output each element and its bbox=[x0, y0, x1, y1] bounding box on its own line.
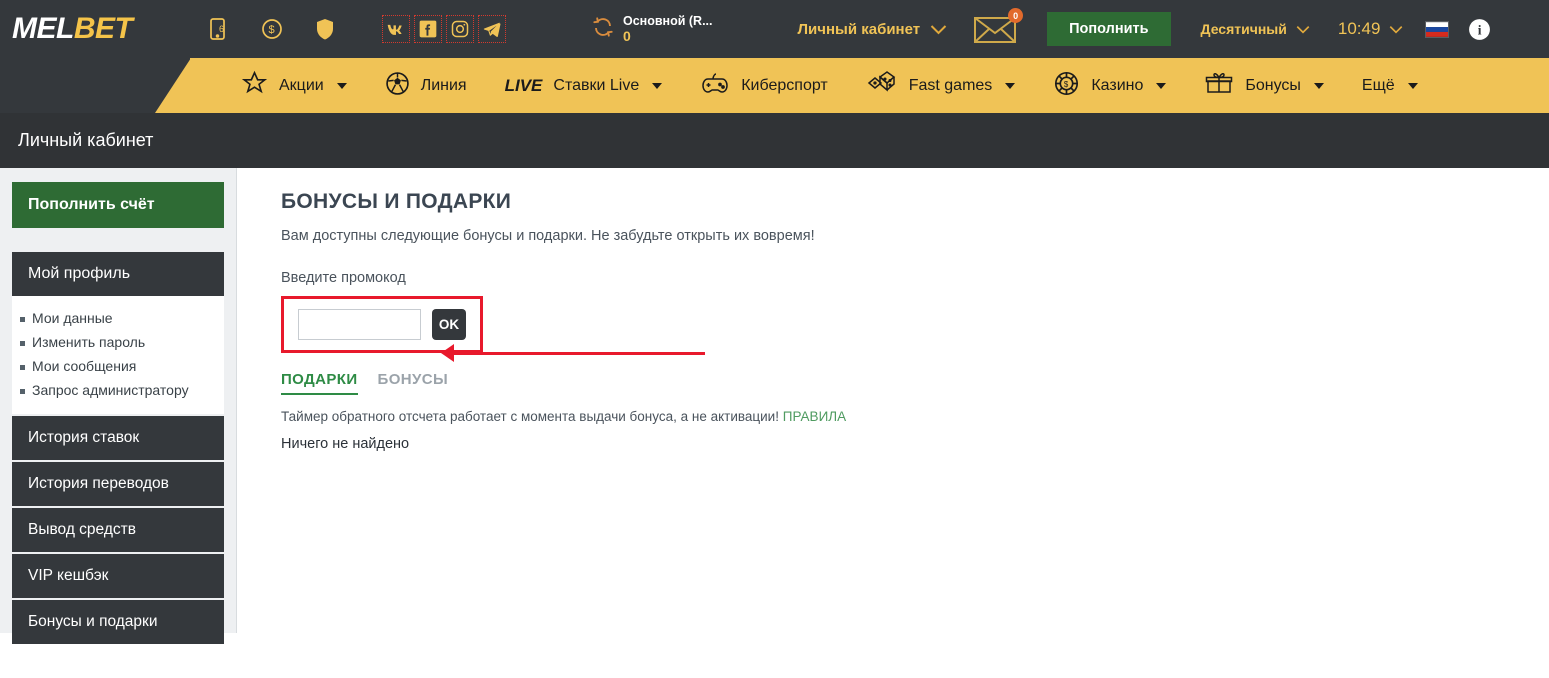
sidebar-subitem-change-password[interactable]: Изменить пароль bbox=[12, 330, 224, 354]
deposit-button[interactable]: Пополнить bbox=[1047, 12, 1171, 46]
nav-corner-decoration bbox=[155, 58, 191, 113]
chevron-down-icon bbox=[652, 82, 663, 89]
promo-code-input[interactable] bbox=[298, 309, 421, 340]
sidebar-item-my-profile[interactable]: Мой профиль bbox=[12, 252, 224, 296]
mobile-app-icon[interactable]: 6 bbox=[208, 17, 230, 41]
shield-icon[interactable] bbox=[314, 17, 336, 41]
rules-link[interactable]: ПРАВИЛА bbox=[783, 409, 846, 424]
messages-button[interactable]: 0 bbox=[973, 8, 1024, 45]
dollar-coin-icon[interactable]: $ bbox=[260, 17, 284, 41]
nav-item-esports[interactable]: Киберспорт bbox=[681, 58, 846, 113]
nav-item-line[interactable]: Линия bbox=[366, 58, 486, 113]
promo-ok-button[interactable]: OK bbox=[432, 309, 466, 340]
gift-bonus-tabs: ПОДАРКИ БОНУСЫ bbox=[281, 371, 1549, 395]
main-content: БОНУСЫ И ПОДАРКИ Вам доступны следующие … bbox=[237, 168, 1549, 633]
sidebar-item-vip-cashback[interactable]: VIP кешбэк bbox=[12, 554, 224, 598]
logo-text-mel: MEL bbox=[12, 12, 74, 45]
balance-account-name: Основной (R... bbox=[623, 13, 713, 28]
content-title: БОНУСЫ И ПОДАРКИ bbox=[281, 190, 512, 213]
nav-label: Ещё bbox=[1361, 76, 1395, 94]
svg-text:i: i bbox=[1478, 22, 1482, 37]
chevron-down-icon bbox=[1156, 82, 1167, 89]
nav-label: Ставки Live bbox=[553, 76, 640, 94]
live-tag: LIVE bbox=[504, 75, 543, 95]
annotation-arrow-head bbox=[441, 344, 454, 362]
chevron-down-icon bbox=[1005, 82, 1016, 89]
empty-state-message: Ничего не найдено bbox=[281, 436, 410, 452]
sidebar-subitem-my-messages[interactable]: Мои сообщения bbox=[12, 354, 224, 378]
chevron-down-icon bbox=[1407, 82, 1418, 89]
instagram-icon[interactable] bbox=[446, 15, 474, 43]
countdown-note: Таймер обратного отсчета работает с моме… bbox=[281, 409, 1549, 424]
current-time: 10:49 bbox=[1337, 19, 1381, 38]
account-menu-label: Личный кабинет bbox=[797, 20, 921, 38]
logo-text-bet: BET bbox=[73, 12, 133, 45]
header-quick-icons: 6 $ bbox=[208, 17, 336, 41]
sidebar-subitem-admin-request[interactable]: Запрос администратору bbox=[12, 378, 224, 402]
nav-item-live[interactable]: LIVE Ставки Live bbox=[486, 58, 682, 113]
gamepad-icon bbox=[700, 70, 730, 101]
casino-chip-icon: $ bbox=[1053, 70, 1080, 102]
nav-label: Акции bbox=[279, 76, 324, 94]
nav-label: Бонусы bbox=[1245, 76, 1301, 94]
page-body: Пополнить счёт Мой профиль Мои данные Из… bbox=[0, 168, 1549, 644]
breadcrumb: Личный кабинет bbox=[0, 113, 1549, 168]
nav-label: Линия bbox=[420, 76, 467, 94]
vk-icon[interactable] bbox=[382, 15, 410, 43]
sidebar-item-bet-history[interactable]: История ставок bbox=[12, 416, 224, 460]
tab-bonuses[interactable]: БОНУСЫ bbox=[378, 371, 449, 395]
refresh-icon[interactable] bbox=[591, 15, 615, 44]
tab-gifts[interactable]: ПОДАРКИ bbox=[281, 371, 358, 395]
star-icon bbox=[241, 70, 268, 101]
promo-code-label: Введите промокод bbox=[281, 270, 406, 286]
sidebar-item-transfer-history[interactable]: История переводов bbox=[12, 462, 224, 506]
sidebar-profile-submenu: Мои данные Изменить пароль Мои сообщения… bbox=[12, 296, 224, 414]
facebook-icon[interactable] bbox=[414, 15, 442, 43]
telegram-icon[interactable] bbox=[478, 15, 506, 43]
dice-icon bbox=[866, 69, 898, 102]
nav-item-promotions[interactable]: Акции bbox=[222, 58, 366, 113]
gift-icon bbox=[1204, 70, 1234, 102]
nav-label: Киберспорт bbox=[741, 76, 828, 94]
account-menu-button[interactable]: Личный кабинет bbox=[798, 21, 948, 38]
nav-item-more[interactable]: Ещё bbox=[1343, 58, 1437, 113]
messages-count-badge: 0 bbox=[1008, 8, 1024, 23]
clock-selector[interactable]: 10:49 bbox=[1338, 19, 1404, 39]
annotation-arrow-line bbox=[452, 352, 705, 355]
site-logo[interactable]: MELBET bbox=[0, 0, 190, 58]
svg-text:$: $ bbox=[1064, 80, 1069, 89]
sidebar-subitem-my-data[interactable]: Мои данные bbox=[12, 306, 224, 330]
sidebar-item-bonuses-gifts[interactable]: Бонусы и подарки bbox=[12, 600, 224, 644]
sidebar: Пополнить счёт Мой профиль Мои данные Из… bbox=[0, 168, 237, 644]
top-header: MELBET 6 $ Основной (R... 0 Личный кабин… bbox=[0, 0, 1549, 58]
chevron-down-icon bbox=[1313, 82, 1324, 89]
page-title: Личный кабинет bbox=[18, 130, 154, 150]
nav-item-casino[interactable]: $ Казино bbox=[1034, 58, 1185, 113]
info-icon[interactable]: i bbox=[1467, 17, 1492, 42]
nav-item-bonuses[interactable]: Бонусы bbox=[1185, 58, 1343, 113]
chevron-down-icon bbox=[930, 24, 947, 34]
sidebar-item-withdraw[interactable]: Вывод средств bbox=[12, 508, 224, 552]
chevron-down-icon bbox=[336, 82, 347, 89]
chevron-down-icon bbox=[1296, 25, 1310, 34]
odds-format-selector[interactable]: Десятичный bbox=[1201, 21, 1310, 37]
chevron-down-icon bbox=[1390, 25, 1403, 34]
content-subtitle: Вам доступны следующие бонусы и подарки.… bbox=[281, 228, 815, 244]
social-links bbox=[382, 15, 506, 43]
account-balance[interactable]: Основной (R... 0 bbox=[591, 14, 713, 44]
odds-format-label: Десятичный bbox=[1200, 21, 1287, 37]
balance-amount: 0 bbox=[623, 28, 631, 45]
svg-text:$: $ bbox=[269, 24, 275, 36]
sidebar-deposit-button[interactable]: Пополнить счёт bbox=[12, 182, 224, 228]
nav-item-fast-games[interactable]: Fast games bbox=[847, 58, 1035, 113]
svg-text:6: 6 bbox=[219, 24, 224, 34]
nav-label: Казино bbox=[1091, 76, 1144, 94]
nav-label: Fast games bbox=[908, 76, 993, 94]
football-icon bbox=[385, 71, 410, 101]
language-flag-ru-icon[interactable] bbox=[1425, 20, 1450, 38]
main-navigation: Акции Линия LIVE Ставки Live Киберспорт bbox=[0, 58, 1549, 113]
countdown-note-text: Таймер обратного отсчета работает с моме… bbox=[281, 409, 779, 424]
